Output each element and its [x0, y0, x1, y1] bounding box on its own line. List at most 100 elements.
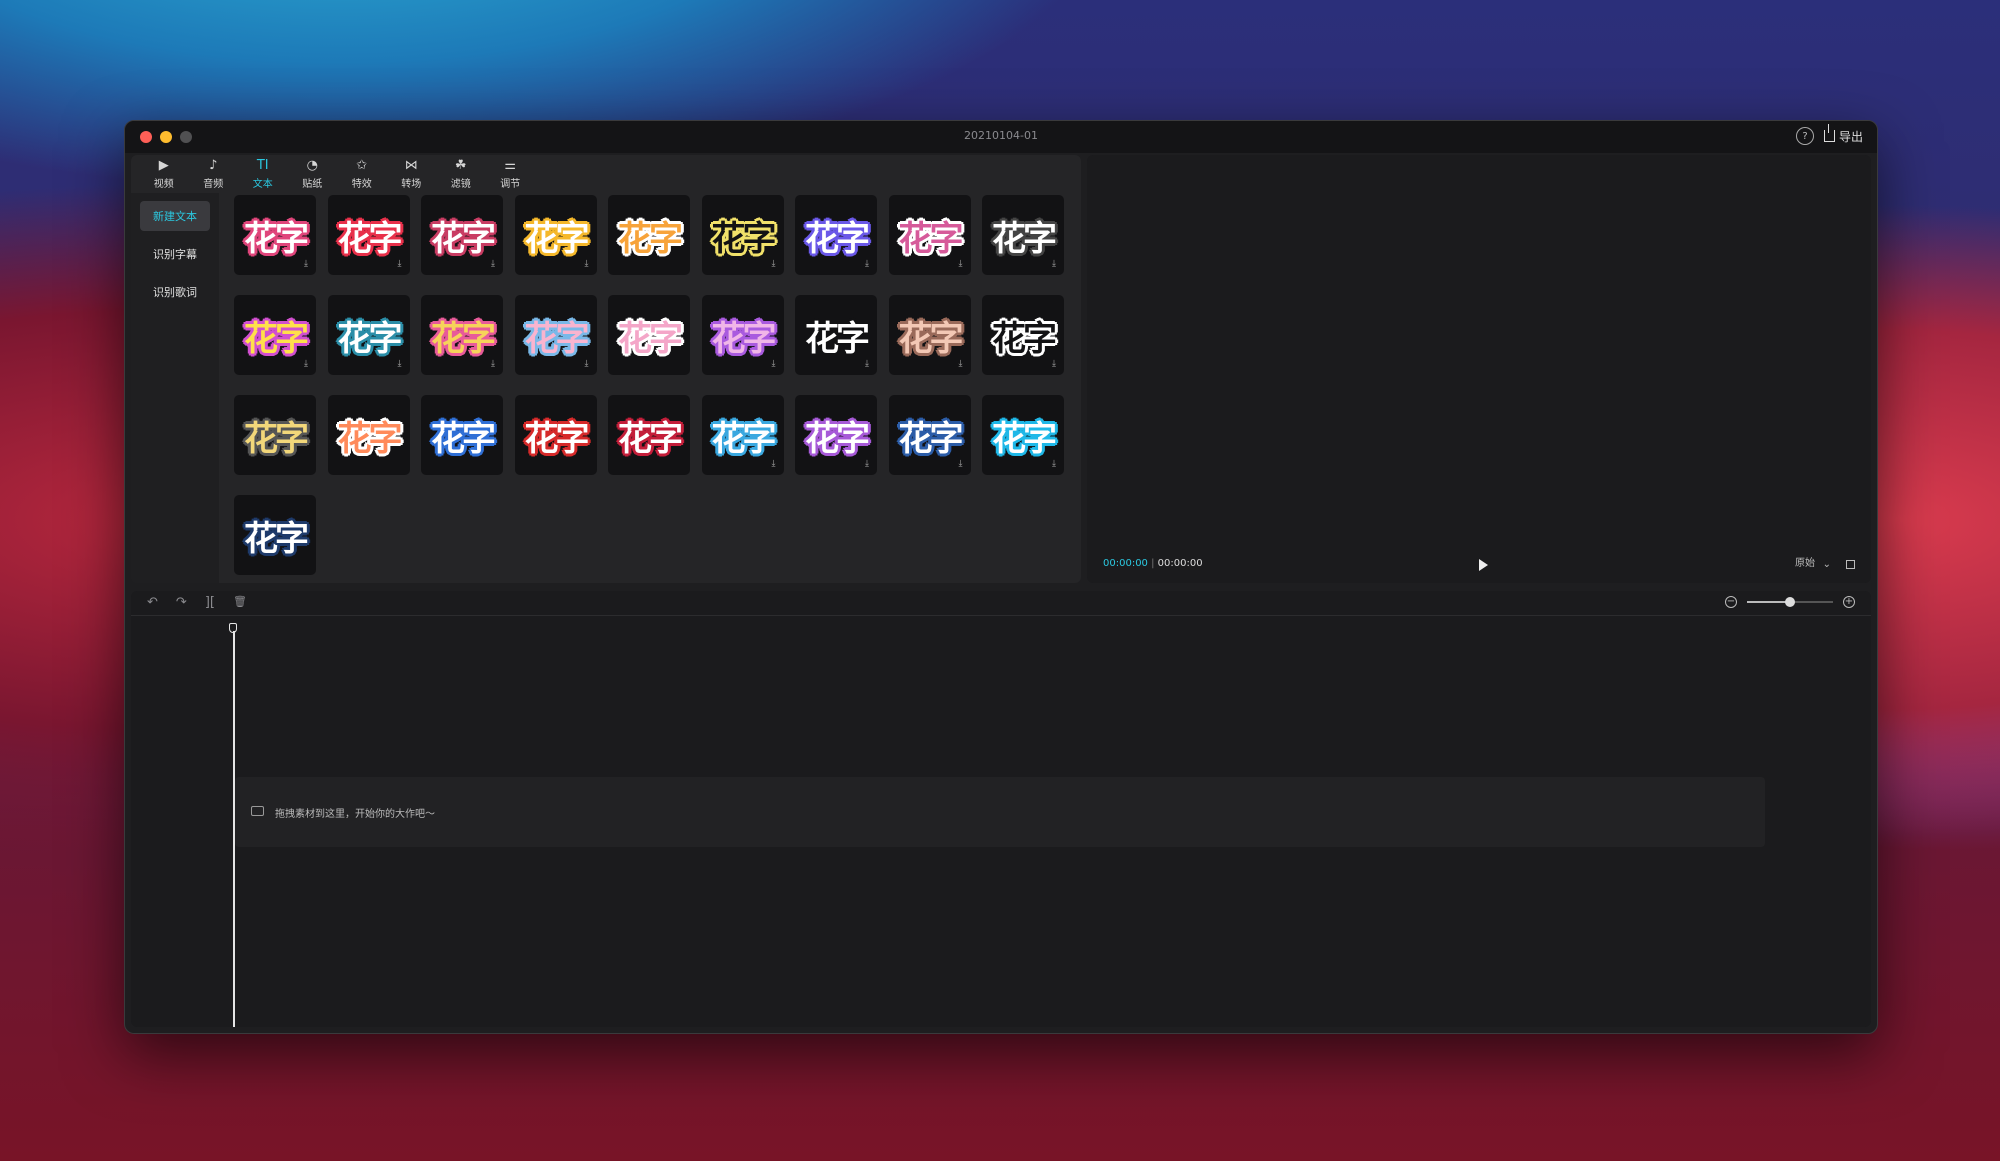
download-icon[interactable]: ⤓ [304, 259, 308, 269]
text-style-grid: 花字 ⤓ 花字 ⤓ 花字 ⤓ 花字 ⤓ 花字 花字 ⤓ 花字 ⤓ 花字 ⤓ 花字 ⤓ 花字 ⤓ 花字 ⤓ 花字 ⤓ 花字 ⤓ 花字… [234, 193, 1081, 583]
text-style-tile[interactable]: 花字 ⤓ [514, 295, 597, 375]
download-icon[interactable]: ⤓ [398, 359, 402, 369]
text-style-tile[interactable]: 花字 [421, 395, 503, 475]
zoom-slider[interactable] [1747, 597, 1833, 607]
split-icon[interactable]: ][ [205, 595, 215, 610]
download-icon[interactable]: ⤓ [398, 259, 402, 269]
text-style-tile[interactable]: 花字 ⤓ [982, 295, 1064, 375]
tile-preview-text: 花字 [711, 318, 777, 359]
preview-player: 00:00:00 | 00:00:00 原始 ⌄ [1087, 155, 1871, 583]
text-style-tile[interactable]: 花字 [608, 195, 690, 275]
tile-preview-text: 花字 [898, 418, 964, 459]
tab-label: 滤镜 [450, 178, 471, 190]
drop-zone[interactable]: 拖拽素材到这里，开始你的大作吧～ [235, 777, 1765, 847]
text-style-tile[interactable]: 花字 [327, 395, 410, 475]
tile-preview-text: 花字 [244, 518, 309, 559]
tab-audio[interactable]: ♪ 音频 [189, 155, 239, 193]
app-window: 20210104-01 ? 导出 ▶ 视频 ♪ 音频 TI 文本 ◔ 贴纸 ✩ 特效 ⋈ 转场 ☘ 滤镜 ⚌… [124, 120, 1878, 1034]
text-style-tile[interactable]: 花字 ⤓ [795, 395, 877, 475]
chevron-down-icon[interactable]: ⌄ [1823, 559, 1831, 570]
undo-icon[interactable]: ↶ [147, 595, 158, 610]
download-icon[interactable]: ⤓ [772, 459, 776, 469]
tab-effects[interactable]: ✩ 特效 [337, 155, 387, 193]
download-icon[interactable]: ⤓ [959, 459, 963, 469]
tab-label: 特效 [351, 178, 372, 190]
text-style-tile[interactable]: 花字 ⤓ [234, 295, 316, 375]
download-icon[interactable]: ⤓ [865, 459, 869, 469]
timeline-toolbar: ↶ ↷ ][ 🗑 − + [131, 591, 1871, 616]
text-style-tile[interactable]: 花字 ⤓ [421, 195, 503, 275]
text-style-tile[interactable]: 花字 ⤓ [701, 295, 784, 375]
text-style-tile[interactable]: 花字 ⤓ [234, 195, 316, 275]
tile-preview-text: 花字 [618, 318, 683, 359]
download-icon[interactable]: ⤓ [772, 359, 776, 369]
text-style-tile[interactable]: 花字 ⤓ [701, 195, 784, 275]
tab-video[interactable]: ▶ 视频 [139, 155, 189, 193]
text-style-tile[interactable]: 花字 ⤓ [888, 295, 971, 375]
zoom-slider-knob[interactable] [1785, 597, 1795, 607]
sticker-icon: ◔ [306, 157, 318, 173]
text-style-tile[interactable]: 花字 [234, 395, 316, 475]
download-icon[interactable]: ⤓ [865, 359, 869, 369]
text-style-tile[interactable]: 花字 [234, 495, 316, 575]
tab-filters[interactable]: ☘ 滤镜 [436, 155, 486, 193]
text-style-tile[interactable]: 花字 ⤓ [982, 195, 1064, 275]
film-icon [251, 806, 264, 816]
download-icon[interactable]: ⤓ [1052, 259, 1056, 269]
fullscreen-icon[interactable] [1846, 560, 1855, 569]
tab-label: 文本 [252, 178, 273, 190]
download-icon[interactable]: ⤓ [1052, 459, 1056, 469]
timecode: 00:00:00 | 00:00:00 [1103, 558, 1203, 569]
tile-preview-text: 花字 [711, 418, 777, 459]
download-icon[interactable]: ⤓ [491, 259, 495, 269]
download-icon[interactable]: ⤓ [1052, 359, 1056, 369]
export-button[interactable]: 导出 [1823, 124, 1863, 145]
download-icon[interactable]: ⤓ [959, 259, 963, 269]
sidebar-item-new-text[interactable]: 新建文本 [140, 201, 210, 231]
tile-preview-text: 花字 [244, 318, 309, 359]
tile-preview-text: 花字 [618, 218, 683, 259]
tab-transitions[interactable]: ⋈ 转场 [387, 155, 437, 193]
sidebar-item-recognize-lyrics[interactable]: 识别歌词 [140, 277, 210, 307]
tile-preview-text: 花字 [711, 218, 777, 259]
tab-text[interactable]: TI 文本 [238, 155, 288, 193]
text-style-tile[interactable]: 花字 ⤓ [888, 195, 971, 275]
text-style-tile[interactable]: 花字 [608, 295, 690, 375]
video-icon: ▶ [158, 157, 169, 173]
text-style-tile[interactable]: 花字 ⤓ [982, 395, 1064, 475]
audio-icon: ♪ [209, 157, 218, 173]
text-style-tile[interactable]: 花字 ⤓ [795, 295, 877, 375]
text-style-tile[interactable]: 花字 [514, 395, 597, 475]
text-style-tile[interactable]: 花字 ⤓ [795, 195, 877, 275]
text-style-tile[interactable]: 花字 ⤓ [327, 195, 410, 275]
tab-adjust[interactable]: ⚌ 调节 [486, 155, 536, 193]
text-style-tile[interactable]: 花字 ⤓ [701, 395, 784, 475]
play-icon[interactable] [1479, 559, 1488, 571]
zoom-in-icon[interactable]: + [1843, 596, 1855, 608]
text-style-tile[interactable]: 花字 ⤓ [514, 195, 597, 275]
download-icon[interactable]: ⤓ [491, 359, 495, 369]
ratio-select[interactable]: 原始 [1795, 554, 1815, 569]
download-icon[interactable]: ⤓ [772, 259, 776, 269]
tile-preview-text: 花字 [431, 318, 496, 359]
tile-preview-text: 花字 [805, 218, 870, 259]
tab-sticker[interactable]: ◔ 贴纸 [288, 155, 338, 193]
text-style-tile[interactable]: 花字 [608, 395, 690, 475]
zoom-out-icon[interactable]: − [1725, 596, 1737, 608]
tile-preview-text: 花字 [431, 218, 496, 259]
tab-label: 音频 [203, 178, 224, 190]
download-icon[interactable]: ⤓ [304, 359, 308, 369]
download-icon[interactable]: ⤓ [585, 259, 589, 269]
redo-icon[interactable]: ↷ [176, 595, 187, 610]
text-style-tile[interactable]: 花字 ⤓ [327, 295, 410, 375]
download-icon[interactable]: ⤓ [865, 259, 869, 269]
text-style-tile[interactable]: 花字 ⤓ [888, 395, 971, 475]
tile-preview-text: 花字 [244, 218, 309, 259]
download-icon[interactable]: ⤓ [959, 359, 963, 369]
delete-icon[interactable]: 🗑 [233, 595, 247, 610]
sidebar-item-recognize-subtitles[interactable]: 识别字幕 [140, 239, 210, 269]
tile-preview-text: 花字 [431, 418, 496, 459]
help-icon[interactable]: ? [1795, 127, 1814, 145]
text-style-tile[interactable]: 花字 ⤓ [421, 295, 503, 375]
download-icon[interactable]: ⤓ [585, 359, 589, 369]
